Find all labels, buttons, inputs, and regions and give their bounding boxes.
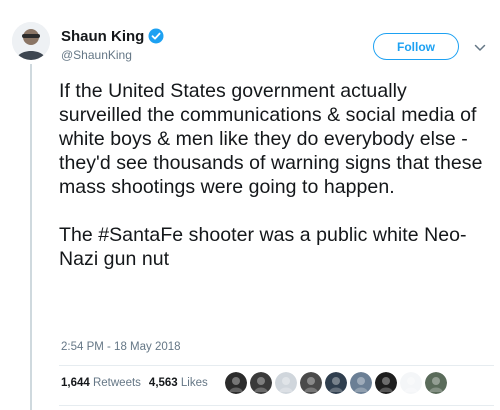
retweets-label: Retweets [92,377,141,389]
liker-avatar-icon[interactable] [400,372,422,394]
follow-button[interactable]: Follow [373,33,459,60]
tweet-paragraph: If the United States government actually… [59,80,483,198]
liker-avatar-icon[interactable] [225,372,247,394]
liker-avatar-icon[interactable] [325,372,347,394]
tweet-card: Shaun King @ShaunKing Follow If the Unit… [0,0,500,410]
retweets-stat[interactable]: 1,644 Retweets [61,377,141,389]
tweet-paragraph: The #SantaFe shooter was a public white … [59,224,467,270]
tweet-text: If the United States government actually… [59,79,489,271]
engagement-stats: 1,644 Retweets 4,563 Likes [61,377,216,389]
verified-badge-icon [148,28,164,44]
author-block: Shaun King @ShaunKing [61,27,164,62]
likes-label: Likes [180,377,208,389]
chevron-down-icon[interactable] [474,40,486,51]
divider [59,365,494,366]
user-avatar-icon[interactable] [12,22,50,60]
liker-avatar-icon[interactable] [375,372,397,394]
liker-avatar-icon[interactable] [275,372,297,394]
liker-avatar-icon[interactable] [250,372,272,394]
likes-stat[interactable]: 4,563 Likes [149,377,208,389]
liker-avatar-icon[interactable] [350,372,372,394]
thread-line [30,64,32,410]
liker-avatar-icon[interactable] [425,372,447,394]
liker-avatars [225,372,450,394]
liker-avatar-icon[interactable] [300,372,322,394]
author-handle[interactable]: @ShaunKing [61,48,164,62]
retweets-count: 1,644 [61,377,90,389]
author-display-name[interactable]: Shaun King [61,28,144,45]
likes-count: 4,563 [148,377,178,389]
tweet-timestamp[interactable]: 2:54 PM - 18 May 2018 [61,341,181,353]
divider [59,405,494,406]
